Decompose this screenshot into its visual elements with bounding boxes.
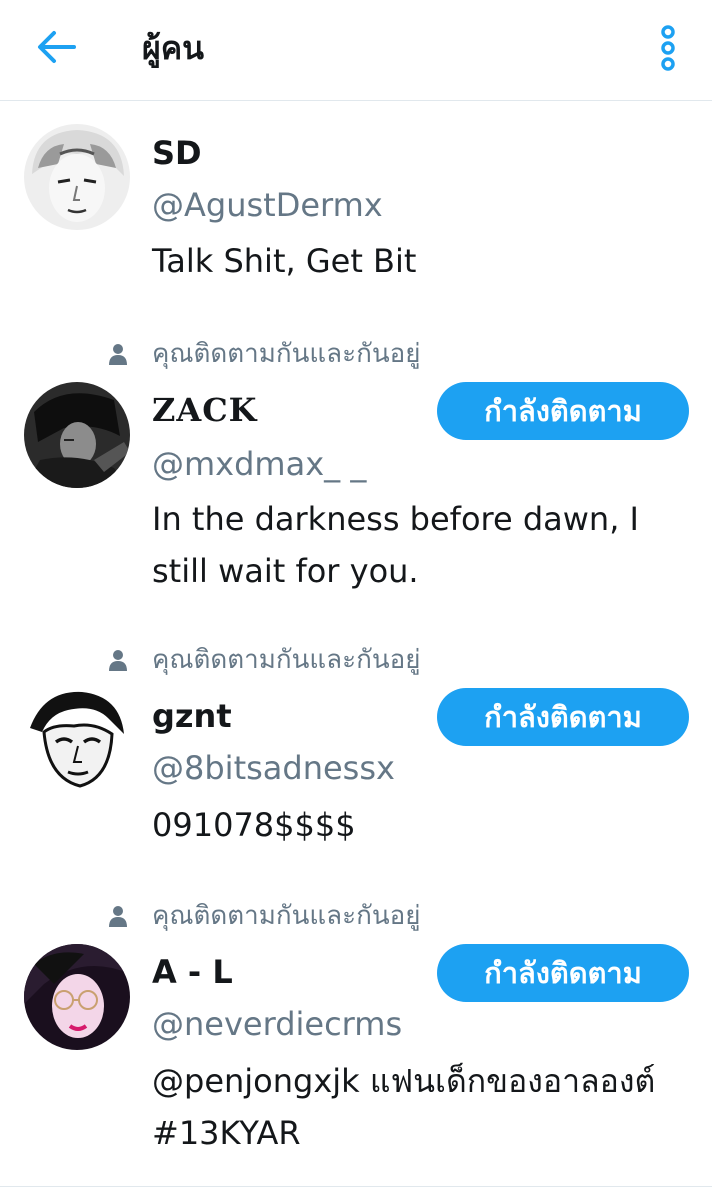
follow-context: คุณติดตามกันและกันอยู่ — [0, 336, 712, 372]
avatar-image — [24, 124, 130, 230]
user-bio: @penjongxjk แฟนเด็กของอาลองต์ #13KYAR — [152, 1062, 656, 1152]
user-bio: In the darkness before dawn, I still wai… — [152, 500, 639, 590]
user-row[interactable]: คุณติดตามกันและกันอยู่ gznt กำลังติดตาม … — [0, 614, 712, 871]
user-bio: Talk Shit, Get Bit — [152, 242, 417, 280]
user-handle: @neverdiecrms — [152, 1005, 403, 1043]
avatar[interactable] — [24, 944, 130, 1050]
page-title: ผู้คน — [142, 29, 205, 67]
vertical-dots-icon[interactable] — [652, 24, 684, 72]
avatar-image — [24, 382, 130, 488]
arrow-left-icon[interactable] — [34, 27, 78, 67]
following-button[interactable]: กำลังติดตาม — [437, 688, 689, 746]
following-button[interactable]: กำลังติดตาม — [437, 382, 689, 440]
follow-context: คุณติดตามกันและกันอยู่ — [0, 898, 712, 934]
person-icon — [109, 906, 127, 927]
user-handle: @8bitsadnessx — [152, 749, 395, 787]
follow-context-text: คุณติดตามกันและกันอยู่ — [152, 645, 421, 675]
avatar-image — [24, 688, 130, 794]
user-row[interactable]: SD @AgustDermx Talk Shit, Get Bit — [0, 101, 712, 309]
user-row[interactable]: คุณติดตามกันและกันอยู่ ZACK กำลังติดตาม … — [0, 308, 712, 615]
top-bar: ผู้คน — [0, 0, 712, 101]
follow-context-text: คุณติดตามกันและกันอยู่ — [152, 339, 421, 369]
following-button[interactable]: กำลังติดตาม — [437, 944, 689, 1002]
user-name: gznt — [152, 697, 232, 735]
user-handle: @mxdmax_ _ — [152, 445, 367, 483]
user-name: ZACK — [152, 391, 258, 429]
avatar-image — [24, 944, 130, 1050]
user-name: SD — [152, 134, 202, 172]
person-icon — [109, 650, 127, 671]
follow-context: คุณติดตามกันและกันอยู่ — [0, 642, 712, 678]
user-name: A - L — [152, 953, 233, 991]
person-icon — [109, 344, 127, 365]
user-row[interactable]: คุณติดตามกันและกันอยู่ A - L กำลังติดตาม… — [0, 870, 712, 1187]
avatar[interactable] — [24, 382, 130, 488]
avatar[interactable] — [24, 688, 130, 794]
user-bio: 091078$$$$ — [152, 806, 356, 844]
follow-context-text: คุณติดตามกันและกันอยู่ — [152, 901, 421, 931]
user-handle: @AgustDermx — [152, 186, 383, 224]
avatar[interactable] — [24, 124, 130, 230]
